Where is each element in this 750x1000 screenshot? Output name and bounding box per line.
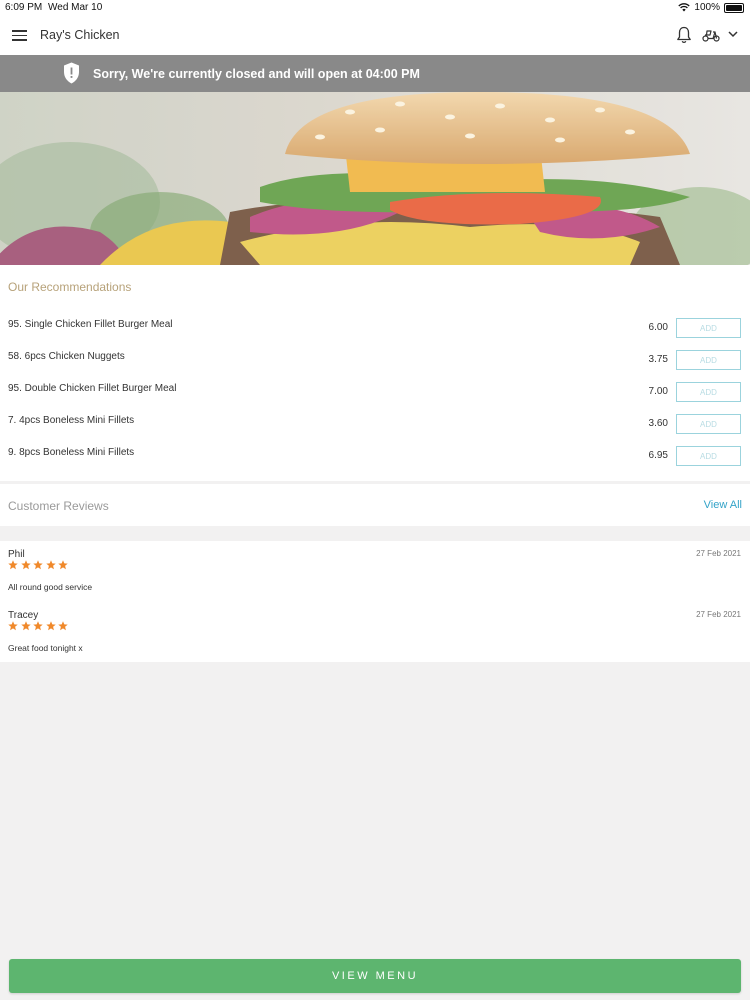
chevron-down-icon[interactable]	[728, 30, 738, 38]
star-icon	[45, 621, 56, 631]
add-button[interactable]: ADD	[676, 382, 741, 402]
star-rating	[8, 560, 68, 570]
status-date: Wed Mar 10	[48, 2, 103, 13]
review-text: All round good service	[8, 582, 93, 592]
status-right: 100%	[678, 2, 744, 13]
item-price: 7.00	[648, 386, 668, 397]
recommendation-row: 7. 4pcs Boneless Mini Fillets 3.60 ADD	[0, 414, 750, 436]
review-date: 27 Feb 2021	[696, 610, 741, 619]
hero-burger-image	[0, 92, 750, 265]
add-button[interactable]: ADD	[676, 350, 741, 370]
item-name: 9. 8pcs Boneless Mini Fillets	[8, 447, 135, 458]
bell-icon[interactable]	[676, 26, 692, 44]
item-price: 3.60	[648, 418, 668, 429]
delivery-scooter-icon[interactable]	[702, 28, 720, 42]
wifi-icon	[678, 3, 691, 12]
item-price: 3.75	[648, 354, 668, 365]
item-name: 95. Double Chicken Fillet Burger Meal	[8, 383, 177, 394]
item-name: 7. 4pcs Boneless Mini Fillets	[8, 415, 135, 426]
star-icon	[33, 621, 43, 631]
item-price: 6.00	[648, 322, 668, 333]
star-icon	[20, 621, 31, 631]
star-icon	[8, 560, 18, 570]
recommendation-row: 95. Double Chicken Fillet Burger Meal 7.…	[0, 382, 750, 404]
star-icon	[33, 560, 43, 570]
app-bar: Ray's Chicken	[0, 16, 750, 55]
shield-alert-icon	[64, 62, 79, 84]
star-icon	[45, 560, 56, 570]
review-author: Tracey	[8, 610, 39, 621]
item-price: 6.95	[648, 450, 668, 461]
status-time: 6:09 PM	[5, 2, 43, 13]
status-bar: 6:09 PM Wed Mar 10 100%	[0, 0, 750, 16]
star-rating	[8, 621, 68, 631]
recommendations-title: Our Recommendations	[8, 280, 132, 294]
closed-banner: Sorry, We're currently closed and will o…	[0, 55, 750, 92]
star-icon	[8, 621, 18, 631]
star-icon	[58, 560, 68, 570]
star-icon	[20, 560, 31, 570]
review-item: Phil 27 Feb 2021 All round good service	[0, 549, 750, 604]
add-button[interactable]: ADD	[676, 414, 741, 434]
review-item: Tracey 27 Feb 2021 Great food tonight x	[0, 610, 750, 665]
add-button[interactable]: ADD	[676, 446, 741, 466]
item-name: 95. Single Chicken Fillet Burger Meal	[8, 319, 173, 330]
add-button[interactable]: ADD	[676, 318, 741, 338]
reviews-title: Customer Reviews	[8, 499, 109, 513]
review-author: Phil	[8, 549, 25, 560]
reviews-header: Customer Reviews View All	[0, 484, 750, 526]
view-all-link[interactable]: View All	[704, 499, 742, 511]
battery-icon	[724, 2, 744, 13]
app-title: Ray's Chicken	[40, 28, 120, 42]
view-menu-button[interactable]: VIEW MENU	[9, 959, 741, 993]
recommendation-row: 95. Single Chicken Fillet Burger Meal 6.…	[0, 318, 750, 340]
review-date: 27 Feb 2021	[696, 549, 741, 558]
star-icon	[58, 621, 68, 631]
recommendation-row: 9. 8pcs Boneless Mini Fillets 6.95 ADD	[0, 446, 750, 468]
reviews-panel: Phil 27 Feb 2021 All round good service …	[0, 541, 750, 662]
recommendations-panel: Our Recommendations 95. Single Chicken F…	[0, 265, 750, 481]
closed-message: Sorry, We're currently closed and will o…	[93, 67, 420, 81]
recommendation-row: 58. 6pcs Chicken Nuggets 3.75 ADD	[0, 350, 750, 372]
hamburger-menu-icon[interactable]	[12, 30, 27, 41]
item-name: 58. 6pcs Chicken Nuggets	[8, 351, 125, 362]
battery-percent: 100%	[694, 2, 720, 13]
review-text: Great food tonight x	[8, 643, 83, 653]
